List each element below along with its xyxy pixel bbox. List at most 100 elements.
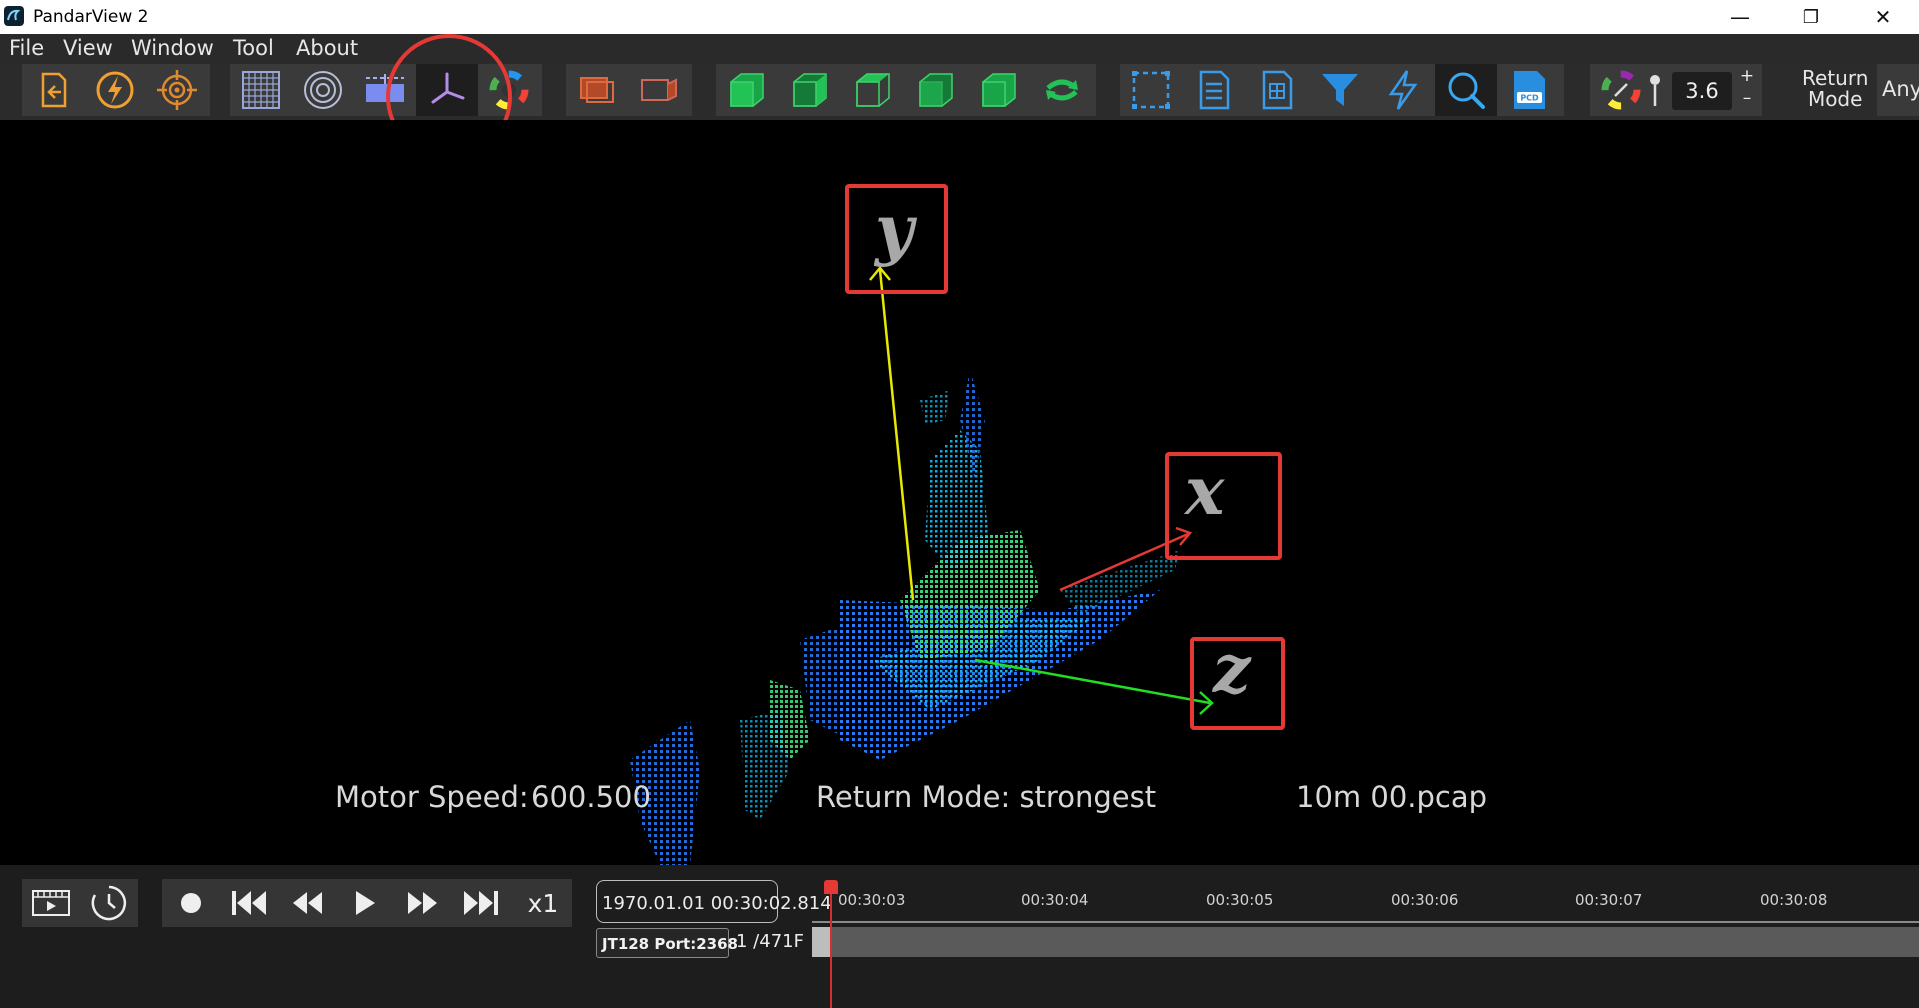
play-button[interactable] — [336, 879, 394, 927]
filter-icon — [1322, 74, 1358, 106]
table-document-button[interactable] — [1246, 64, 1308, 116]
point-cloud-canvas — [630, 266, 1214, 865]
toolbar-group-layers — [566, 64, 692, 116]
playback-mode-group — [22, 879, 138, 927]
playback-controls-group — [162, 879, 514, 927]
target-button[interactable] — [146, 64, 208, 116]
open-file-icon — [41, 72, 67, 108]
timeline-track[interactable] — [812, 927, 1919, 957]
return-mode-info: Return Mode: strongest — [816, 780, 1157, 814]
flash-button[interactable] — [1372, 64, 1434, 116]
record-icon — [181, 893, 201, 913]
view-layer-button[interactable] — [566, 64, 628, 116]
file-name: 10m 00.pcap — [1296, 780, 1488, 814]
pcd-export-button[interactable]: PCD — [1498, 64, 1560, 116]
x-axis-label: x — [1185, 452, 1225, 530]
timeline-tick: 00:30:04 — [1021, 891, 1089, 909]
view-layer-icon — [580, 77, 614, 103]
timestamp-display: 1970.01.01 00:30:02.814 — [596, 880, 832, 923]
toolbar-group-points: 3.6 + – — [1590, 64, 1762, 116]
left-view-button[interactable] — [905, 64, 967, 116]
skip-to-start-button[interactable] — [220, 879, 278, 927]
view-box-icon — [641, 78, 677, 101]
y-axis-line — [878, 269, 915, 601]
grid-icon — [242, 71, 280, 109]
side-view-button[interactable] — [779, 64, 841, 116]
point-cloud-viewport[interactable]: y x z Motor Speed: 600.500 Return Mode: … — [0, 120, 1919, 865]
search-icon — [1448, 72, 1485, 109]
timeline-tick: 00:30:07 — [1575, 891, 1643, 909]
point-size-button[interactable] — [1640, 64, 1670, 116]
fast-forward-button[interactable] — [394, 879, 452, 927]
point-size-decrease[interactable]: – — [1738, 88, 1756, 110]
timeline-axis — [812, 921, 1919, 923]
top-view-cube-icon — [856, 73, 890, 107]
motor-speed-value: 600.500 — [531, 780, 651, 814]
open-file-button[interactable] — [22, 64, 84, 116]
time-mode-button[interactable] — [80, 879, 138, 927]
timeline[interactable]: 00:30:03 00:30:04 00:30:05 00:30:06 00:3… — [812, 865, 1919, 1008]
timeline-progress — [812, 927, 830, 957]
rotate-view-button[interactable] — [1031, 64, 1093, 116]
playhead-line — [830, 885, 832, 1008]
point-size-input[interactable]: 3.6 — [1672, 72, 1732, 110]
top-view-button[interactable] — [842, 64, 904, 116]
toolbar-group-source — [22, 64, 210, 116]
rings-button[interactable] — [292, 64, 354, 116]
selection-box-button[interactable] — [1120, 64, 1182, 116]
clock-icon — [91, 885, 127, 921]
record-button[interactable] — [162, 879, 220, 927]
menu-about[interactable]: About — [296, 36, 358, 60]
film-icon — [32, 890, 70, 916]
toolbar: PCD 3.6 + – Return Mode Any — [0, 34, 1919, 160]
search-button[interactable] — [1435, 64, 1497, 116]
skip-start-icon — [232, 891, 266, 915]
close-button[interactable]: ✕ — [1848, 0, 1918, 34]
flash-icon — [1388, 70, 1418, 110]
menu-tool[interactable]: Tool — [233, 36, 274, 60]
skip-to-end-button[interactable] — [452, 879, 510, 927]
restore-button[interactable]: ❐ — [1776, 0, 1846, 34]
filter-button[interactable] — [1309, 64, 1371, 116]
timeline-tick: 00:30:08 — [1760, 891, 1828, 909]
right-view-button[interactable] — [968, 64, 1030, 116]
return-mode-label: Return Mode — [1802, 66, 1869, 111]
rings-icon — [304, 71, 342, 109]
point-size-increase[interactable]: + — [1738, 66, 1756, 88]
return-mode-select[interactable]: Any — [1877, 64, 1919, 116]
rotate-view-icon — [1046, 79, 1078, 101]
video-mode-button[interactable] — [22, 879, 80, 927]
window-title: PandarView 2 — [33, 7, 149, 27]
y-axis-label: y — [875, 190, 914, 268]
playhead-handle[interactable] — [824, 880, 838, 894]
side-view-cube-icon — [793, 73, 827, 107]
playback-speed-button[interactable]: x1 — [514, 879, 572, 927]
motor-speed-label: Motor Speed: — [335, 780, 529, 814]
timeline-tick: 00:30:05 — [1206, 891, 1274, 909]
selection-box-icon — [1132, 71, 1170, 109]
front-view-button[interactable] — [716, 64, 778, 116]
pcd-export-icon: PCD — [1514, 71, 1545, 109]
rewind-icon — [293, 892, 322, 914]
playback-panel: x1 1970.01.01 00:30:02.814 JT128 Port:23… — [0, 865, 1919, 1008]
play-icon — [356, 891, 375, 915]
front-view-cube-icon — [730, 73, 764, 107]
point-size-icon — [1650, 75, 1660, 106]
palette-icon — [1601, 70, 1641, 110]
menu-bar: File View Window Tool About — [0, 34, 1919, 62]
list-document-button[interactable] — [1183, 64, 1245, 116]
connect-lightning-icon — [96, 71, 134, 109]
timeline-tick: 00:30:06 — [1391, 891, 1459, 909]
minimize-button[interactable]: — — [1705, 0, 1775, 34]
menu-view[interactable]: View — [63, 36, 113, 60]
view-box-button[interactable] — [628, 64, 690, 116]
connect-button[interactable] — [84, 64, 146, 116]
pcd-label: PCD — [1520, 94, 1539, 103]
menu-file[interactable]: File — [9, 36, 44, 60]
menu-window[interactable]: Window — [131, 36, 214, 60]
rewind-button[interactable] — [278, 879, 336, 927]
title-bar: PandarView 2 — ❐ ✕ — [0, 0, 1919, 34]
grid-button[interactable] — [230, 64, 292, 116]
toolbar-group-views — [716, 64, 1096, 116]
list-document-icon — [1199, 70, 1230, 110]
